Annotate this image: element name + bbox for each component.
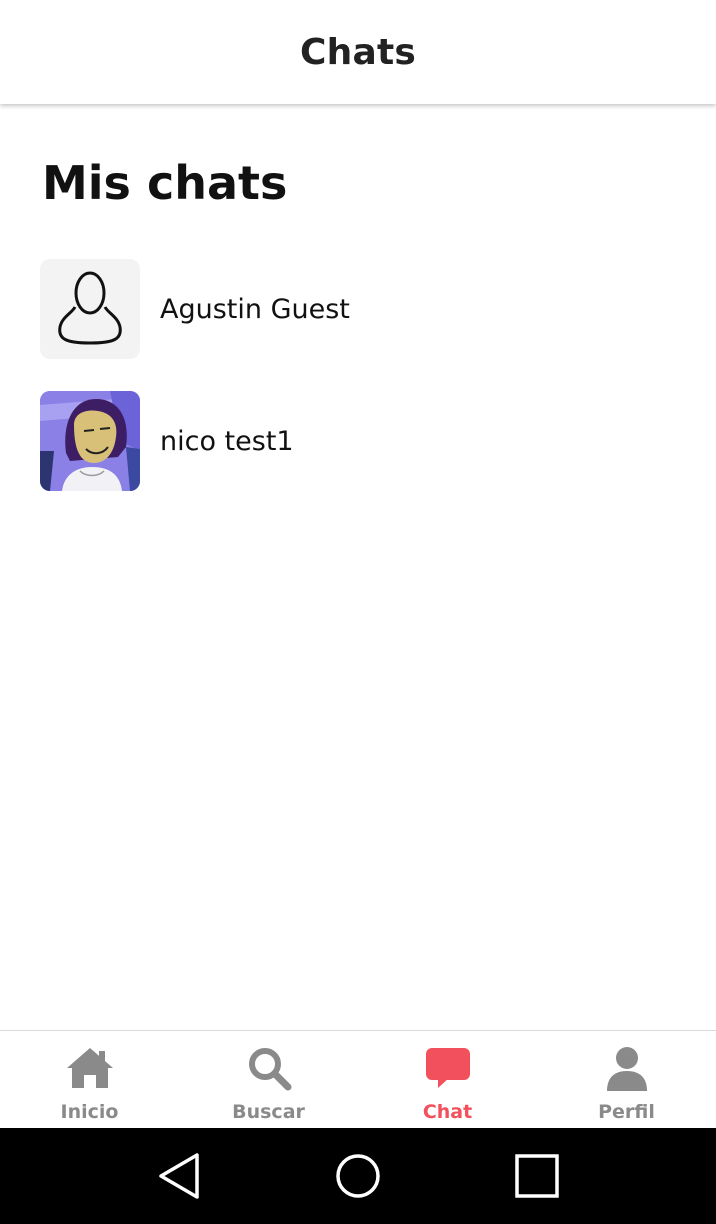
chat-item-nico-test1[interactable]: nico test1: [40, 391, 680, 491]
chat-contact-name: Agustin Guest: [160, 293, 350, 325]
search-icon: [244, 1043, 294, 1093]
section-title: Mis chats: [42, 156, 288, 210]
tab-inicio[interactable]: Inicio: [0, 1031, 179, 1129]
chats-screen: Chats Mis chats Agustin Guest nico test1…: [0, 0, 716, 1224]
tab-label: Perfil: [598, 1101, 655, 1123]
home-circle-icon[interactable]: [328, 1146, 388, 1206]
app-header: Chats: [0, 0, 716, 104]
chat-item-agustin-guest[interactable]: Agustin Guest: [40, 259, 680, 359]
tab-perfil[interactable]: Perfil: [537, 1031, 716, 1129]
home-icon: [65, 1043, 115, 1093]
system-navigation-bar: [0, 1128, 716, 1224]
chat-contact-name: nico test1: [160, 425, 294, 457]
tab-buscar[interactable]: Buscar: [179, 1031, 358, 1129]
chat-list: Agustin Guest nico test1: [40, 259, 680, 523]
profile-photo-avatar: [40, 391, 140, 491]
tab-chat[interactable]: Chat: [358, 1031, 537, 1129]
page-title: Chats: [300, 31, 416, 73]
tab-label: Chat: [422, 1101, 473, 1123]
person-icon: [602, 1043, 652, 1093]
bottom-tab-bar: Inicio Buscar Chat Perfil: [0, 1030, 716, 1129]
tab-label: Buscar: [232, 1101, 305, 1123]
tab-label: Inicio: [60, 1101, 119, 1123]
recents-icon[interactable]: [507, 1146, 567, 1206]
default-avatar-icon: [40, 259, 140, 359]
chat-bubble-icon: [423, 1043, 473, 1093]
back-icon[interactable]: [149, 1146, 209, 1206]
